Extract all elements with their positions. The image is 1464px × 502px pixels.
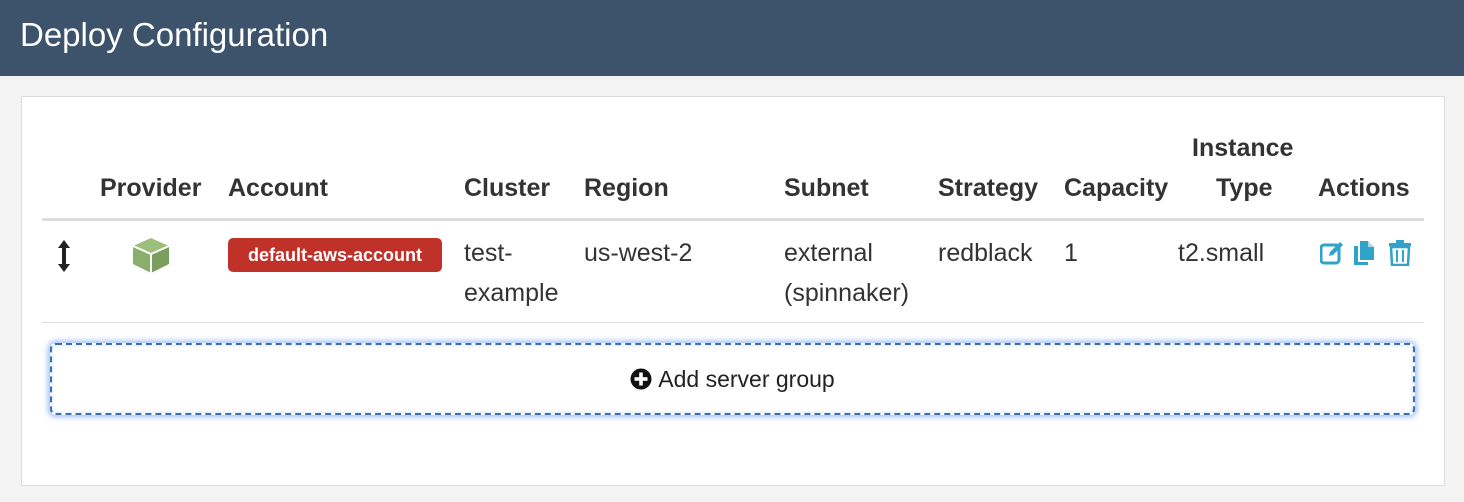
account-badge: default-aws-account	[228, 238, 442, 272]
add-server-group-button[interactable]: Add server group	[50, 343, 1415, 415]
capacity-cell: 1	[1064, 239, 1078, 267]
table-row-divider	[42, 322, 1424, 323]
edit-icon[interactable]	[1320, 240, 1344, 266]
copy-icon[interactable]	[1352, 240, 1376, 266]
column-header-provider: Provider	[100, 174, 202, 202]
column-header-strategy: Strategy	[938, 174, 1039, 202]
page-title: Deploy Configuration	[20, 16, 329, 53]
subnet-cell-line1: external	[784, 239, 873, 267]
plus-circle-icon	[630, 368, 652, 390]
instance-type-cell: t2.small	[1178, 239, 1265, 267]
cluster-cell-line2: example	[464, 279, 559, 307]
aws-cube-icon	[132, 238, 170, 273]
region-cell: us-west-2	[584, 239, 693, 267]
strategy-cell: redblack	[938, 239, 1033, 267]
subnet-cell-line2: (spinnaker)	[784, 279, 910, 307]
drag-handle-icon[interactable]	[52, 238, 76, 274]
column-header-cluster: Cluster	[464, 174, 551, 202]
column-header-capacity: Capacity	[1064, 174, 1169, 202]
page-header: Deploy Configuration	[0, 0, 1464, 76]
column-header-account: Account	[228, 174, 328, 202]
table-header-divider	[42, 218, 1424, 221]
column-header-actions: Actions	[1318, 174, 1410, 202]
column-header-instance-type-line2: Type	[1216, 174, 1273, 202]
column-header-region: Region	[584, 174, 669, 202]
trash-icon[interactable]	[1388, 240, 1412, 266]
column-header-subnet: Subnet	[784, 174, 869, 202]
add-server-group-label: Add server group	[658, 365, 835, 392]
column-header-instance-type-line1: Instance	[1192, 134, 1294, 162]
cluster-cell-line1: test-	[464, 239, 513, 267]
